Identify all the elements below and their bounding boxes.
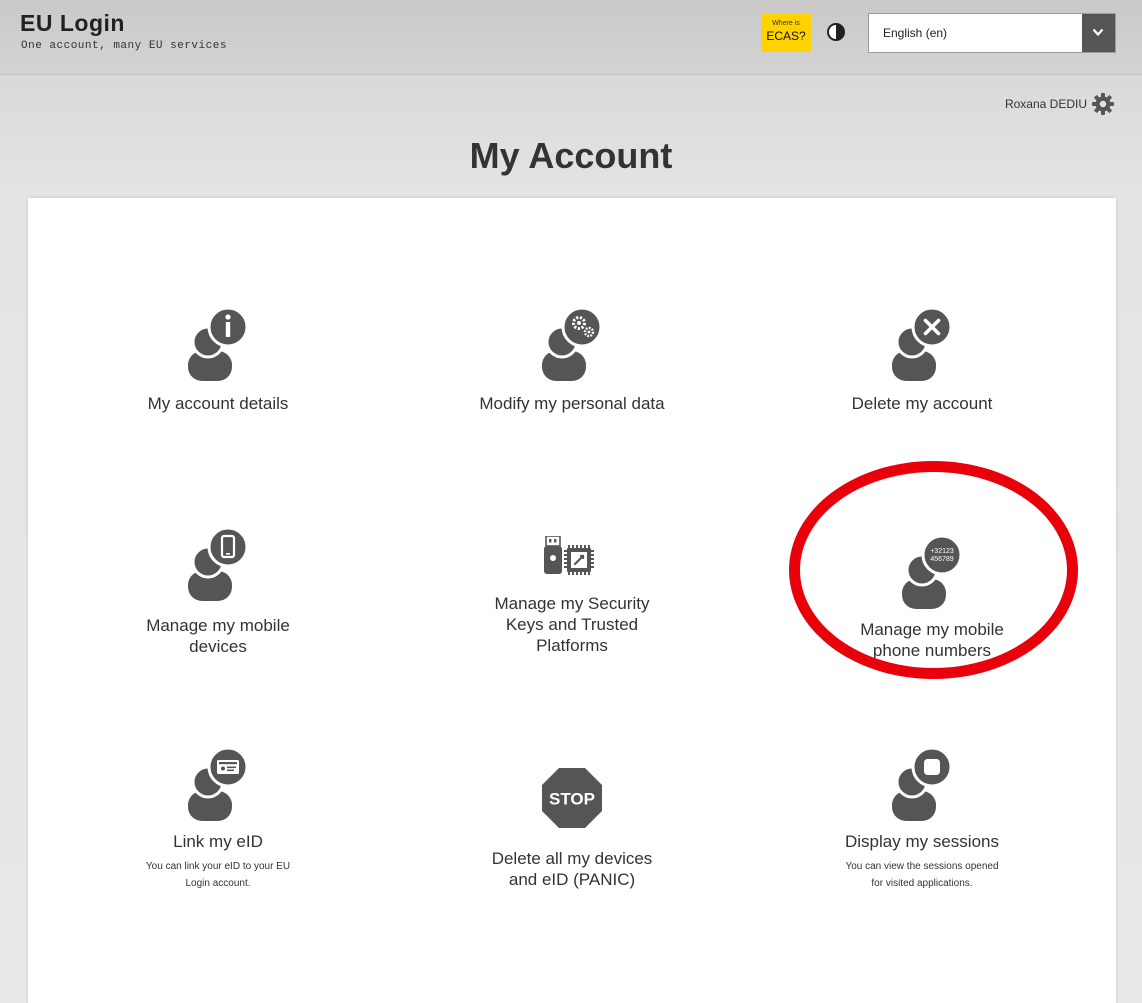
tile-my-account-details[interactable]: My account details: [68, 303, 368, 414]
tile-label-line: phone numbers: [872, 641, 992, 660]
language-dropdown-button[interactable]: [1082, 14, 1115, 52]
user-sessions-icon: [892, 746, 953, 821]
ecas-badge-big-text: ECAS?: [766, 29, 806, 43]
stop-sign-text: STOP: [549, 790, 595, 809]
brand-tagline: One account, many EU services: [21, 40, 227, 52]
tile-label-line: Keys and Trusted: [505, 615, 639, 634]
tile-description-line: You can view the sessions opened: [845, 861, 999, 872]
gear-icon[interactable]: [1091, 92, 1115, 116]
tile-label: Delete my account: [851, 394, 993, 413]
user-name[interactable]: Roxana DEDIU: [1005, 97, 1087, 111]
tile-manage-security-keys[interactable]: Manage my Security Keys and Trusted Plat…: [422, 536, 722, 656]
tile-label: My account details: [147, 394, 289, 413]
phone-number-line: +32123: [930, 548, 954, 555]
tile-label: Link my eID: [173, 832, 263, 851]
tile-delete-my-account[interactable]: Delete my account: [772, 303, 1072, 414]
user-phone-number-icon: +32123 456789: [902, 534, 963, 609]
where-is-ecas-button[interactable]: Where is ECAS?: [761, 14, 811, 52]
security-key-chip-icon: [544, 536, 594, 575]
account-menu-card: My account details Modify my personal da…: [28, 198, 1116, 1003]
tile-label: Display my sessions: [845, 832, 999, 851]
tile-modify-personal-data[interactable]: Modify my personal data: [422, 303, 722, 414]
tile-label-line: and eID (PANIC): [508, 870, 636, 889]
tile-label-line: devices: [189, 637, 247, 656]
tile-description-line: Login account.: [185, 878, 251, 889]
tile-label-line: Platforms: [536, 636, 608, 655]
chevron-down-icon: [1092, 28, 1104, 37]
language-select[interactable]: English (en): [868, 13, 1116, 53]
tile-link-my-eid[interactable]: Link my eID You can link your eID to you…: [68, 743, 368, 892]
stop-sign-icon: STOP: [542, 768, 602, 828]
tile-label: Modify my personal data: [479, 394, 665, 413]
tile-label-line: Manage my mobile: [146, 616, 290, 635]
user-mobile-icon: [188, 526, 249, 601]
tile-label-line: Manage my mobile: [860, 620, 1004, 639]
tile-label-line: Delete all my devices: [491, 849, 653, 868]
top-header: EU Login One account, many EU services W…: [0, 0, 1142, 75]
tile-manage-mobile-devices[interactable]: Manage my mobile devices: [68, 523, 368, 657]
tile-display-my-sessions[interactable]: Display my sessions You can view the ses…: [772, 743, 1072, 892]
tile-description-line: for visited applications.: [871, 878, 973, 889]
user-settings-icon: [542, 306, 603, 381]
contrast-toggle-icon[interactable]: [826, 22, 846, 42]
tile-manage-mobile-phone-numbers[interactable]: +32123 456789 Manage my mobile phone num…: [782, 531, 1082, 661]
user-info-icon: [188, 306, 249, 381]
tile-delete-all-devices-panic[interactable]: STOP Delete all my devices and eID (PANI…: [422, 766, 722, 890]
page-title: My Account: [469, 135, 673, 176]
ecas-badge-small-text: Where is: [772, 20, 800, 27]
brand-title[interactable]: EU Login: [20, 10, 125, 37]
phone-number-line: 456789: [930, 556, 953, 563]
tile-label-line: Manage my Security: [494, 594, 650, 613]
user-delete-icon: [892, 306, 953, 381]
user-id-card-icon: [188, 746, 249, 821]
language-select-value: English (en): [883, 26, 948, 40]
tile-description-line: You can link your eID to your EU: [145, 861, 291, 872]
